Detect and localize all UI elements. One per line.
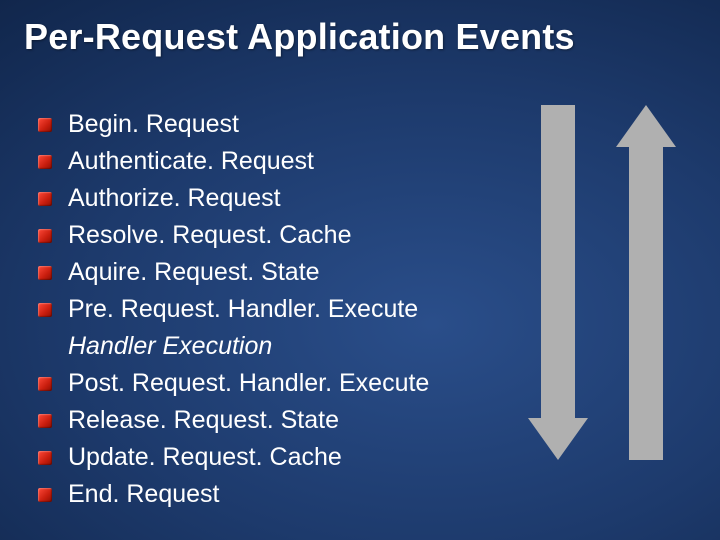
- arrow-up-icon: [616, 105, 676, 460]
- event-list: Begin. Request Authenticate. Request Aut…: [38, 110, 468, 517]
- bullet-icon: [38, 229, 52, 243]
- bullet-icon: [38, 414, 52, 428]
- list-item-label: Resolve. Request. Cache: [68, 222, 351, 250]
- slide: Per-Request Application Events Begin. Re…: [0, 0, 720, 540]
- list-item: Authenticate. Request: [38, 147, 468, 177]
- list-item-label: End. Request: [68, 481, 220, 509]
- bullet-icon: [38, 118, 52, 132]
- list-item: Pre. Request. Handler. Execute: [38, 295, 468, 325]
- list-item: Release. Request. State: [38, 406, 468, 436]
- list-item-label: Authenticate. Request: [68, 148, 314, 176]
- list-item: Post. Request. Handler. Execute: [38, 369, 468, 399]
- list-item-label: Begin. Request: [68, 111, 239, 139]
- bullet-icon: [38, 451, 52, 465]
- bullet-icon: [38, 303, 52, 317]
- bullet-icon: [38, 155, 52, 169]
- list-item-label: Post. Request. Handler. Execute: [68, 370, 429, 398]
- list-item: Handler Execution: [38, 332, 468, 362]
- bullet-icon: [38, 377, 52, 391]
- bullet-icon: [38, 488, 52, 502]
- list-item: Resolve. Request. Cache: [38, 221, 468, 251]
- list-item: Begin. Request: [38, 110, 468, 140]
- list-item-label: Release. Request. State: [68, 407, 339, 435]
- list-item: Authorize. Request: [38, 184, 468, 214]
- list-item-label: Update. Request. Cache: [68, 444, 342, 472]
- bullet-icon: [38, 192, 52, 206]
- list-item-label: Pre. Request. Handler. Execute: [68, 296, 418, 324]
- list-item: Update. Request. Cache: [38, 443, 468, 473]
- list-item-label: Aquire. Request. State: [68, 259, 320, 287]
- bullet-icon: [38, 266, 52, 280]
- list-item: End. Request: [38, 480, 468, 510]
- list-item-label: Handler Execution: [68, 333, 272, 361]
- list-item: Aquire. Request. State: [38, 258, 468, 288]
- list-item-label: Authorize. Request: [68, 185, 281, 213]
- arrow-down-icon: [528, 105, 588, 460]
- slide-title: Per-Request Application Events: [24, 16, 696, 58]
